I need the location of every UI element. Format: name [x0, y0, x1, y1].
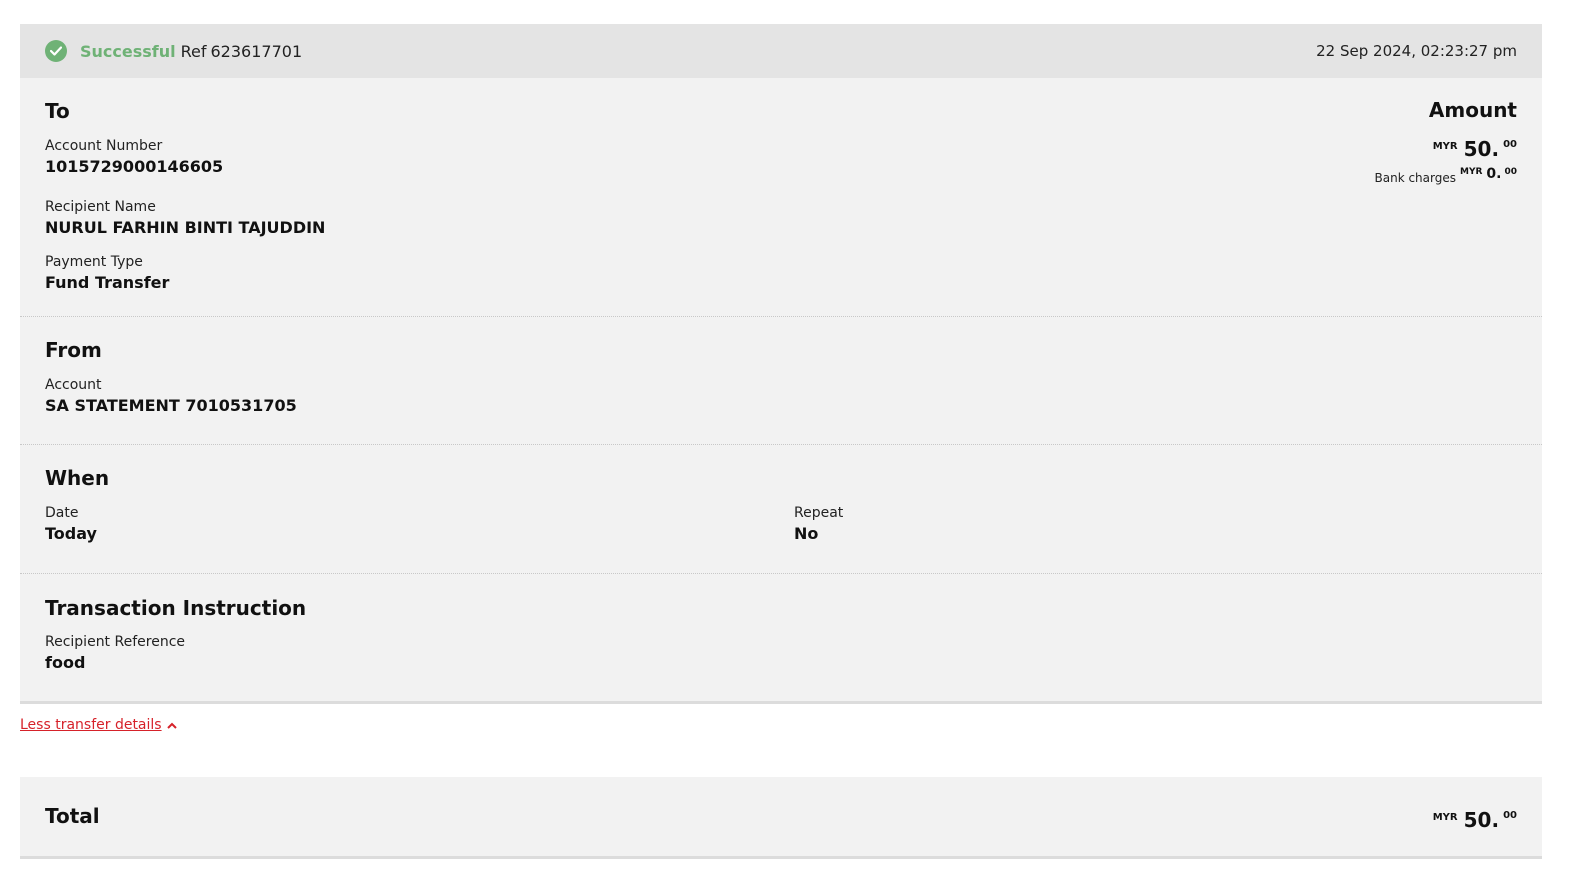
total-amount: MYR 50. 00 — [1433, 805, 1517, 830]
from-title: From — [45, 338, 102, 362]
status-text: Successful — [80, 41, 176, 61]
transaction-instruction-section: Transaction Instruction Recipient Refere… — [20, 573, 1542, 701]
account-number-value: 1015729000146605 — [45, 157, 224, 176]
recipient-reference-group: Recipient Reference food — [45, 635, 185, 671]
total-card: Total MYR 50. 00 — [20, 777, 1542, 859]
payment-type-group: Payment Type Fund Transfer — [45, 255, 169, 291]
total-whole: 50. — [1463, 808, 1500, 832]
from-account-label: Account — [45, 377, 102, 393]
bank-charges-label: Bank charges — [1374, 171, 1457, 185]
chevron-up-icon — [166, 722, 177, 729]
recipient-reference-value: food — [45, 653, 86, 672]
transaction-instruction-title: Transaction Instruction — [45, 596, 307, 620]
date-group: Date Today — [45, 506, 97, 542]
to-section: To Account Number 1015729000146605 Recip… — [20, 78, 1542, 316]
to-title: To — [45, 99, 70, 123]
recipient-name-group: Recipient Name NURUL FARHIN BINTI TAJUDD… — [45, 200, 325, 236]
total-title: Total — [45, 804, 100, 828]
bank-charges-currency: MYR — [1460, 167, 1483, 177]
payment-type-label: Payment Type — [45, 254, 143, 270]
amount-value: MYR 50. 00 — [1375, 134, 1517, 161]
repeat-label: Repeat — [794, 505, 844, 521]
ref-label: Ref — [180, 41, 207, 61]
total-currency: MYR — [1432, 812, 1458, 823]
payment-type-value: Fund Transfer — [45, 273, 170, 292]
date-label: Date — [45, 505, 79, 521]
status-bar: Successful Ref 623617701 22 Sep 2024, 02… — [20, 24, 1542, 78]
amount-title: Amount — [1428, 98, 1517, 122]
account-number-group: Account Number 1015729000146605 — [45, 139, 223, 175]
repeat-group: Repeat No — [794, 506, 843, 542]
from-account-value: SA STATEMENT 7010531705 — [45, 396, 297, 415]
check-circle-icon — [45, 40, 67, 62]
transfer-receipt-card: Successful Ref 623617701 22 Sep 2024, 02… — [20, 24, 1542, 704]
when-title: When — [45, 466, 110, 490]
date-value: Today — [45, 524, 97, 543]
ref-number: 623617701 — [210, 41, 303, 61]
status-summary: Successful Ref 623617701 — [45, 40, 302, 62]
bank-charges: Bank charges MYR 0. 00 — [1375, 167, 1518, 185]
when-section: When Date Today Repeat No — [20, 444, 1542, 573]
recipient-name-value: NURUL FARHIN BINTI TAJUDDIN — [45, 218, 326, 237]
amount-block: Amount MYR 50. 00 Bank charges MYR 0. 00 — [1375, 100, 1518, 185]
recipient-reference-label: Recipient Reference — [45, 634, 185, 650]
repeat-value: No — [794, 524, 819, 543]
total-cents: 00 — [1503, 810, 1517, 821]
amount-cents: 00 — [1503, 139, 1517, 150]
bank-charges-cents: 00 — [1504, 167, 1517, 177]
less-transfer-details-link[interactable]: Less transfer details — [20, 717, 177, 733]
from-section: From Account SA STATEMENT 7010531705 — [20, 316, 1542, 444]
amount-whole: 50. — [1463, 137, 1500, 161]
bank-charges-whole: 0. — [1486, 166, 1502, 182]
recipient-name-label: Recipient Name — [45, 199, 156, 215]
from-account-group: Account SA STATEMENT 7010531705 — [45, 378, 297, 414]
less-transfer-details-label: Less transfer details — [20, 717, 162, 733]
account-number-label: Account Number — [45, 138, 163, 154]
amount-currency: MYR — [1432, 141, 1458, 152]
transaction-timestamp: 22 Sep 2024, 02:23:27 pm — [1316, 42, 1517, 60]
